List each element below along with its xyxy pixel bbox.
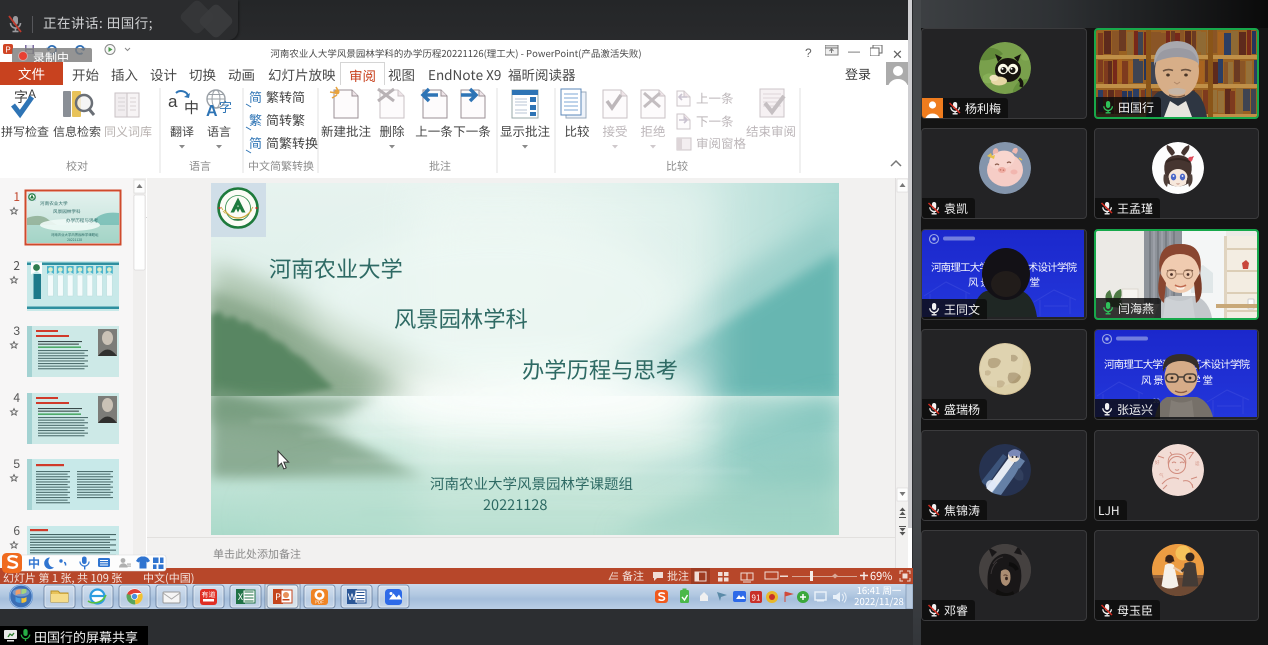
- svg-text:结束审阅: 结束审阅: [746, 121, 796, 140]
- svg-text:PDF: PDF: [315, 600, 324, 606]
- svg-text:风景园林学科: 风景园林学科: [394, 302, 528, 334]
- svg-text:1: 1: [13, 188, 20, 205]
- svg-text:W: W: [348, 590, 357, 603]
- svg-text:翻译: 翻译: [170, 123, 194, 140]
- svg-text:中: 中: [184, 97, 199, 118]
- svg-text:批注: 批注: [429, 158, 451, 174]
- svg-text:办学历程与思考: 办学历程与思考: [66, 218, 99, 224]
- svg-text:P: P: [275, 590, 281, 603]
- svg-text:运: 运: [1195, 461, 1200, 467]
- svg-text:接受: 接受: [602, 121, 627, 140]
- svg-text:河南农业大学风景园林学课题组: 河南农业大学风景园林学课题组: [430, 473, 633, 494]
- svg-text:显示批注: 显示批注: [500, 121, 551, 140]
- svg-text:河南农业大学: 河南农业大学: [40, 201, 68, 207]
- svg-text:上一条: 上一条: [696, 88, 734, 107]
- svg-text:20221128: 20221128: [67, 237, 82, 242]
- svg-text:6: 6: [13, 522, 20, 539]
- svg-text:语言: 语言: [207, 123, 231, 140]
- svg-text:校对: 校对: [66, 158, 88, 174]
- svg-text:上一条: 上一条: [415, 121, 453, 140]
- svg-text:中: 中: [28, 555, 40, 572]
- svg-text:69%: 69%: [870, 568, 892, 584]
- svg-text:河南农业大学: 河南农业大学: [269, 252, 403, 284]
- svg-text:批注: 批注: [667, 568, 689, 584]
- svg-text:有道: 有道: [202, 590, 216, 600]
- svg-text:简繁转换: 简繁转换: [266, 133, 318, 152]
- svg-text:2: 2: [13, 257, 20, 274]
- svg-text:简: 简: [249, 133, 262, 152]
- svg-text:91: 91: [752, 593, 761, 604]
- svg-text:a: a: [168, 87, 178, 112]
- svg-text:字: 字: [219, 97, 232, 116]
- svg-text:新建批注: 新建批注: [321, 121, 372, 140]
- svg-text:3: 3: [13, 322, 20, 339]
- svg-text:审阅窗格: 审阅窗格: [696, 133, 747, 152]
- svg-text:简转繁: 简转繁: [266, 110, 305, 129]
- svg-text:下一条: 下一条: [696, 111, 734, 130]
- svg-text:20221128: 20221128: [483, 494, 547, 515]
- svg-text:删除: 删除: [379, 121, 405, 140]
- svg-text:繁转简: 繁转简: [266, 87, 305, 106]
- svg-text:比较: 比较: [666, 158, 688, 174]
- svg-text:A: A: [206, 97, 218, 121]
- svg-text:繁: 繁: [249, 110, 262, 129]
- svg-text:2022/11/28: 2022/11/28: [854, 594, 904, 608]
- svg-text:同义词库: 同义词库: [104, 123, 152, 140]
- svg-text:X: X: [238, 590, 243, 603]
- svg-text:中文简繁转换: 中文简繁转换: [248, 158, 314, 174]
- svg-text:气: 气: [1159, 472, 1164, 479]
- svg-text:信息检索: 信息检索: [53, 123, 101, 140]
- svg-text:风景园林学科: 风景园林学科: [53, 209, 81, 215]
- svg-text:语言: 语言: [189, 158, 211, 174]
- svg-text:比较: 比较: [564, 121, 590, 140]
- svg-text:5: 5: [13, 455, 20, 472]
- svg-text:下一条: 下一条: [453, 121, 491, 140]
- svg-text:备注: 备注: [622, 568, 644, 584]
- svg-text:!: !: [1192, 483, 1193, 489]
- svg-text:拒绝: 拒绝: [640, 121, 665, 140]
- svg-text:简: 简: [249, 87, 262, 106]
- svg-text:办学历程与思考: 办学历程与思考: [522, 353, 678, 385]
- svg-text:4: 4: [13, 389, 20, 406]
- svg-text:拼写检查: 拼写检查: [1, 123, 49, 140]
- svg-text:好: 好: [1155, 459, 1160, 466]
